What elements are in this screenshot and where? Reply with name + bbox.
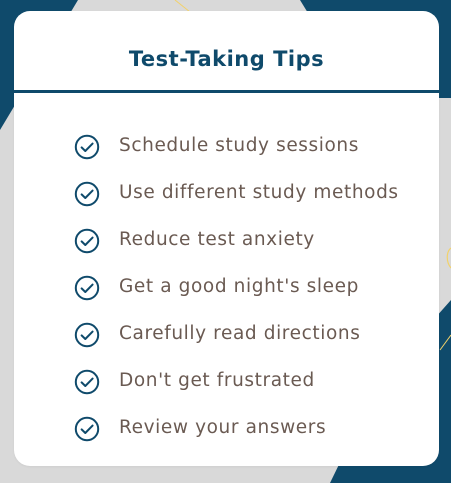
tip-label: Don't get frustrated xyxy=(119,370,315,392)
bg-yellow-line-right xyxy=(446,247,451,269)
list-item: Get a good night's sleep xyxy=(74,264,434,311)
tips-card: Test-Taking Tips Schedule study sessions… xyxy=(14,11,439,466)
check-circle-icon xyxy=(74,416,100,442)
title-divider xyxy=(14,90,439,93)
tip-label: Use different study methods xyxy=(119,182,399,204)
check-circle-icon xyxy=(74,275,100,301)
card-title: Test-Taking Tips xyxy=(128,47,325,71)
tip-label: Get a good night's sleep xyxy=(119,276,359,298)
check-circle-icon xyxy=(74,369,100,395)
list-item: Reduce test anxiety xyxy=(74,217,434,264)
list-item: Review your answers xyxy=(74,405,434,452)
list-item: Don't get frustrated xyxy=(74,358,434,405)
tip-label: Schedule study sessions xyxy=(119,135,360,157)
tip-label: Reduce test anxiety xyxy=(119,229,315,251)
check-circle-icon xyxy=(74,322,100,348)
check-circle-icon xyxy=(74,134,100,160)
tip-label: Review your answers xyxy=(119,417,327,439)
list-item: Schedule study sessions xyxy=(74,123,434,170)
tip-label: Carefully read directions xyxy=(119,323,361,345)
list-item: Use different study methods xyxy=(74,170,434,217)
check-circle-icon xyxy=(74,181,100,207)
check-circle-icon xyxy=(74,228,100,254)
tips-list: Schedule study sessions Use different st… xyxy=(74,123,434,452)
list-item: Carefully read directions xyxy=(74,311,434,358)
